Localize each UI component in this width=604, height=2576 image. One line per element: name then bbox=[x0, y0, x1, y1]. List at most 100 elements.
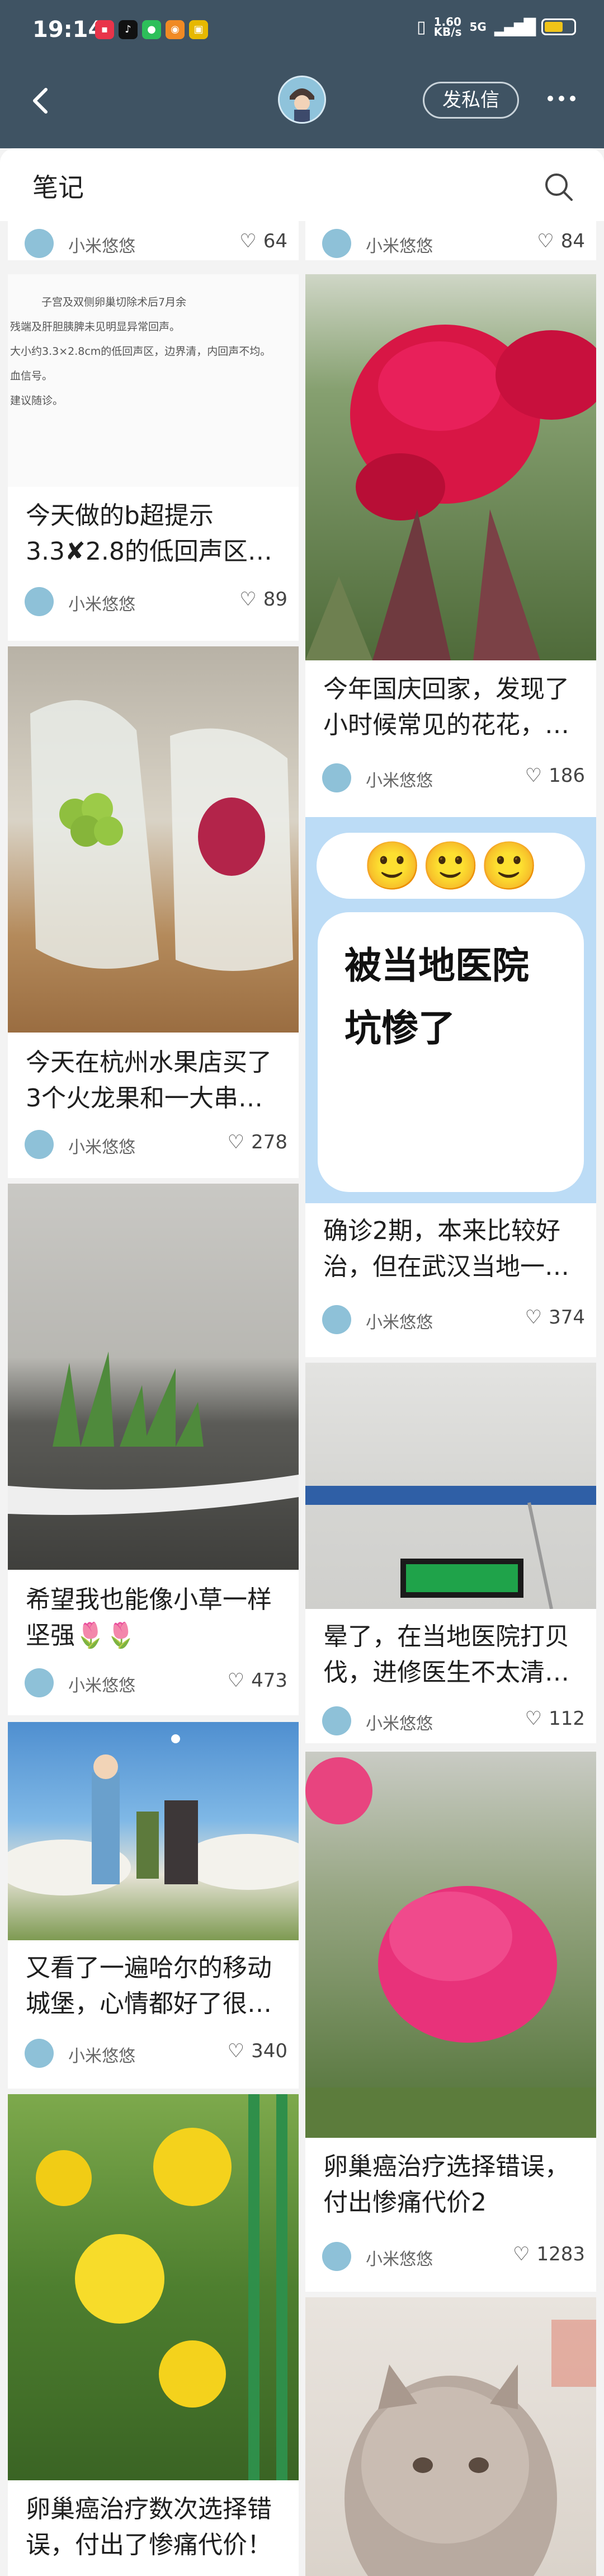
like-number: 89 bbox=[263, 588, 287, 611]
heart-icon: ♡ bbox=[227, 2040, 245, 2062]
author-avatar bbox=[25, 2039, 54, 2068]
status-time: 19:14 bbox=[32, 17, 104, 43]
note-card[interactable]: 又看了一遍哈尔的移动 城堡，心情都好了很… 小米悠悠 ♡ 340 bbox=[8, 1722, 299, 2089]
app-notification-icon: ▣ bbox=[189, 20, 208, 39]
like-count[interactable]: ♡ 374 bbox=[525, 1306, 585, 1329]
note-title: 又看了一遍哈尔的移动 城堡，心情都好了很… bbox=[26, 1954, 272, 2018]
note-meta: 小米悠悠 ♡ 64 bbox=[25, 227, 287, 258]
search-button[interactable] bbox=[542, 171, 575, 203]
status-bar: 19:14 ▪ ♪ ● ◉ ▣ ▯ 1.60 KB/s 5G ▂▄▆█ bbox=[0, 0, 604, 62]
like-count[interactable]: ♡ 186 bbox=[525, 764, 585, 787]
more-dots-icon bbox=[548, 96, 575, 101]
author-avatar bbox=[322, 2242, 351, 2271]
heart-icon: ♡ bbox=[239, 588, 257, 611]
like-number: 84 bbox=[560, 230, 585, 252]
note-card[interactable]: 晕了，在当地医院打贝 伐，进修医生不太清… 小米悠悠 ♡ 112 bbox=[305, 1363, 596, 1743]
back-button[interactable] bbox=[25, 84, 58, 118]
note-image-hospital bbox=[305, 1363, 596, 1609]
note-title: 今年国庆回家，发现了 小时候常见的花花，… bbox=[323, 675, 569, 739]
like-number: 112 bbox=[549, 1707, 585, 1730]
signal-label: 5G bbox=[469, 20, 487, 34]
heart-icon: ♡ bbox=[227, 1131, 245, 1153]
signal-icon: ▂▄▆█ bbox=[494, 17, 536, 36]
like-number: 374 bbox=[549, 1306, 585, 1329]
app-notification-icon: ◉ bbox=[166, 20, 185, 39]
author-name: 小米悠悠 bbox=[68, 2047, 135, 2066]
like-number: 64 bbox=[263, 230, 287, 252]
note-card[interactable]: 今天在杭州水果店买了 3个火龙果和一大串… 小米悠悠 ♡ 278 bbox=[8, 646, 299, 1178]
author-name: 小米悠悠 bbox=[68, 237, 135, 256]
report-line: 血信号。 bbox=[10, 370, 53, 382]
like-count[interactable]: ♡ 340 bbox=[228, 2040, 287, 2062]
send-message-button[interactable]: 发私信 bbox=[423, 82, 519, 119]
note-image-anime bbox=[8, 1722, 299, 1940]
like-number: 1283 bbox=[536, 2243, 585, 2265]
chevron-left-icon bbox=[33, 88, 48, 114]
author-name: 小米悠悠 bbox=[68, 1138, 135, 1157]
note-title: 确诊2期，本来比较好 治，但在武汉当地一… bbox=[323, 1217, 569, 1281]
note-meta: 小米悠悠 ♡ 1283 bbox=[322, 2240, 585, 2271]
note-card[interactable]: 卵巢癌治疗数次选择错 误，付出了惨痛代价！ bbox=[8, 2094, 299, 2576]
like-count[interactable]: ♡ 64 bbox=[239, 230, 287, 252]
like-count[interactable]: ♡ 84 bbox=[537, 230, 585, 252]
graphic-text: 被当地医院 坑惨了 bbox=[345, 944, 529, 1050]
note-title: 卵巢癌治疗数次选择错 误，付出了惨痛代价！ bbox=[26, 2495, 272, 2559]
report-line: 残端及肝胆胰脾未见明显异常回声。 bbox=[10, 321, 181, 333]
note-image-text-graphic: 🙂🙂🙂 被当地医院 坑惨了 bbox=[305, 817, 596, 1203]
heart-icon: ♡ bbox=[239, 230, 257, 252]
author-avatar bbox=[322, 763, 351, 792]
like-count[interactable]: ♡ 473 bbox=[228, 1669, 287, 1692]
report-line: 大小约3.3×2.8cm的低回声区，边界清，内回声不均。 bbox=[10, 345, 271, 358]
author-avatar bbox=[25, 229, 54, 258]
note-title: 卵巢癌治疗选择错误， 付出惨痛代价2 bbox=[323, 2152, 569, 2217]
notes-feed: 小米悠悠 ♡ 64 小米悠悠 ♡ 84 子宫及双侧卵巢切除术后7月余 残端及肝胆胰脾… bbox=[0, 221, 604, 2576]
like-count[interactable]: ♡ 1283 bbox=[513, 2243, 585, 2265]
author-avatar bbox=[25, 1668, 54, 1697]
note-image-report: 子宫及双侧卵巢切除术后7月余 残端及肝胆胰脾未见明显异常回声。 大小约3.3×2… bbox=[8, 274, 299, 487]
author-name: 小米悠悠 bbox=[68, 595, 135, 614]
author-name: 小米悠悠 bbox=[366, 237, 433, 256]
more-button[interactable] bbox=[539, 82, 584, 115]
status-right: ▯ 1.60 KB/s 5G ▂▄▆█ bbox=[417, 16, 576, 37]
note-card[interactable]: 今年国庆回家，发现了 小时候常见的花花，… 小米悠悠 ♡ 186 bbox=[305, 274, 596, 817]
author-avatar bbox=[322, 1305, 351, 1334]
heart-icon: ♡ bbox=[537, 230, 554, 252]
heart-icon: ♡ bbox=[512, 2243, 530, 2265]
author-avatar bbox=[25, 587, 54, 616]
note-card[interactable] bbox=[305, 2297, 596, 2576]
like-count[interactable]: ♡ 89 bbox=[239, 588, 287, 611]
note-card[interactable]: 卵巢癌治疗选择错误， 付出惨痛代价2 小米悠悠 ♡ 1283 bbox=[305, 1752, 596, 2292]
note-card[interactable]: 🙂🙂🙂 被当地医院 坑惨了 确诊2期，本来比较好 治，但在武汉当地一… 小米悠悠… bbox=[305, 817, 596, 1357]
note-meta: 小米悠悠 ♡ 278 bbox=[25, 1128, 287, 1159]
notes-tab-bar: 笔记 bbox=[0, 148, 604, 221]
status-app-icons: ▪ ♪ ● ◉ ▣ bbox=[95, 20, 208, 39]
search-icon bbox=[545, 173, 573, 201]
note-meta: 小米悠悠 ♡ 112 bbox=[322, 1704, 585, 1735]
note-meta: 小米悠悠 ♡ 84 bbox=[322, 227, 585, 258]
note-card[interactable]: 小米悠悠 ♡ 64 bbox=[8, 221, 299, 260]
report-line: 子宫及双侧卵巢切除术后7月余 bbox=[41, 296, 187, 308]
note-image-grass bbox=[8, 1184, 299, 1570]
note-card[interactable]: 希望我也能像小草一样 坚强🌷🌷 小米悠悠 ♡ 473 bbox=[8, 1184, 299, 1715]
note-meta: 小米悠悠 ♡ 473 bbox=[25, 1666, 287, 1697]
emoji-row: 🙂🙂🙂 bbox=[363, 838, 539, 893]
vibrate-icon: ▯ bbox=[417, 17, 426, 37]
like-number: 186 bbox=[549, 764, 585, 787]
note-card[interactable]: 小米悠悠 ♡ 84 bbox=[305, 221, 596, 260]
note-image-cat bbox=[305, 2297, 596, 2576]
like-count[interactable]: ♡ 278 bbox=[228, 1131, 287, 1153]
note-image-pink-flower bbox=[305, 1752, 596, 2138]
note-card[interactable]: 子宫及双侧卵巢切除术后7月余 残端及肝胆胰脾未见明显异常回声。 大小约3.3×2… bbox=[8, 274, 299, 641]
note-image-yellow-flower bbox=[8, 2094, 299, 2480]
emoji-banner: 🙂🙂🙂 bbox=[317, 833, 585, 899]
note-title: 今天做的b超提示 3.3✘2.8的低回声区… bbox=[26, 501, 272, 566]
note-meta: 小米悠悠 ♡ 186 bbox=[322, 761, 585, 792]
profile-avatar[interactable] bbox=[278, 76, 326, 124]
tab-notes[interactable]: 笔记 bbox=[32, 167, 84, 204]
note-meta: 小米悠悠 ♡ 89 bbox=[25, 585, 287, 616]
like-count[interactable]: ♡ 112 bbox=[525, 1707, 585, 1730]
note-meta: 小米悠悠 ♡ 340 bbox=[25, 2037, 287, 2068]
top-header: 19:14 ▪ ♪ ● ◉ ▣ ▯ 1.60 KB/s 5G ▂▄▆█ 发私信 bbox=[0, 0, 604, 148]
note-title: 今天在杭州水果店买了 3个火龙果和一大串… bbox=[26, 1048, 272, 1113]
like-number: 340 bbox=[251, 2040, 287, 2062]
